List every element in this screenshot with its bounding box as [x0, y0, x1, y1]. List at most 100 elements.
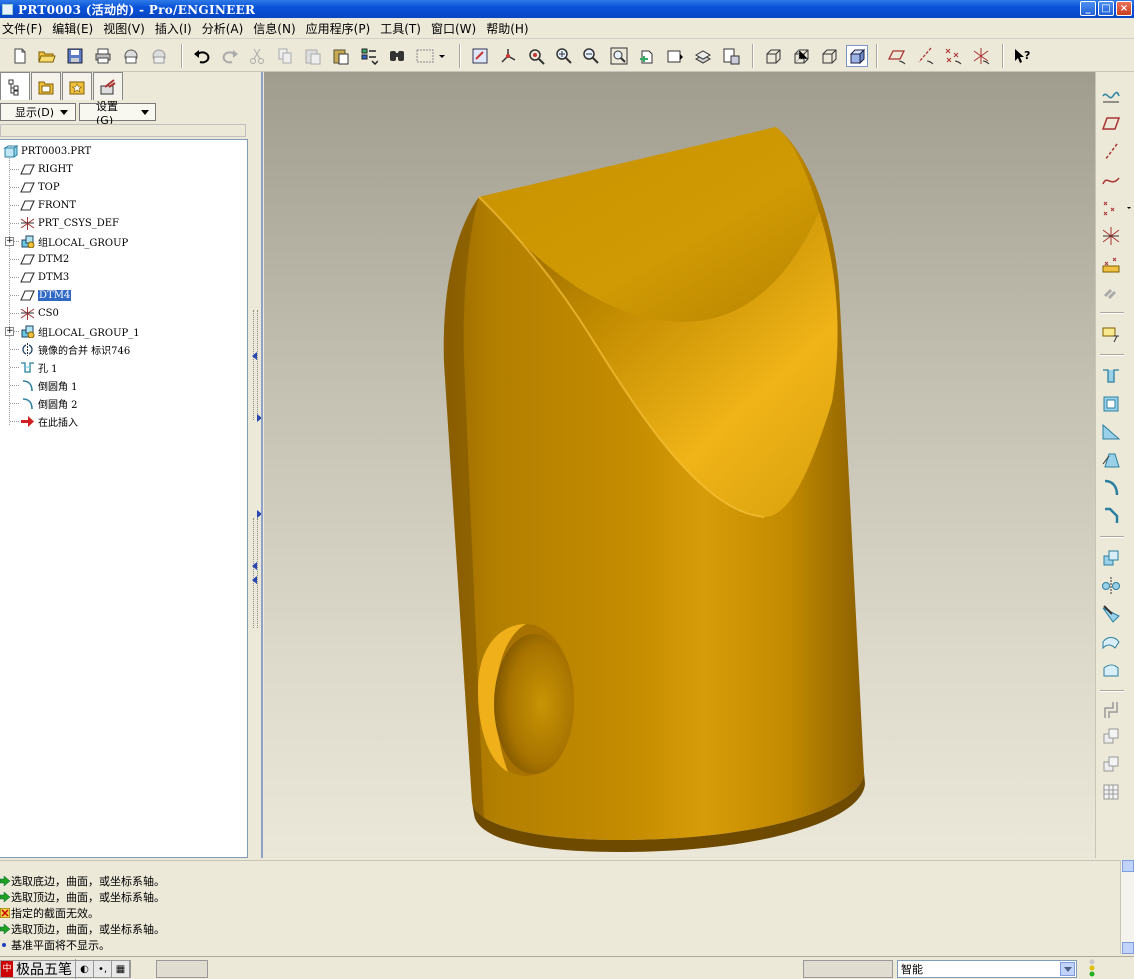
menu-analysis[interactable]: 分析(A) [200, 20, 252, 37]
extend-icon[interactable] [1099, 658, 1123, 682]
saved-views-icon[interactable] [664, 45, 686, 67]
datum-axis-icon[interactable] [1099, 140, 1123, 164]
hole-icon[interactable] [1099, 364, 1123, 388]
tree-item-front[interactable]: FRONT [19, 197, 76, 213]
connections-tab[interactable] [93, 72, 123, 100]
menu-help[interactable]: 帮助(H) [484, 20, 536, 37]
favorites-tab[interactable] [62, 72, 92, 100]
menu-file[interactable]: 文件(F) [0, 20, 50, 37]
redo-icon[interactable] [219, 45, 241, 67]
round-icon[interactable] [1099, 476, 1123, 500]
tree-item-cs0[interactable]: CS0 [19, 305, 59, 321]
no-hidden-icon[interactable] [818, 45, 840, 67]
refit-icon[interactable] [608, 45, 630, 67]
tree-item-round-2[interactable]: 倒圆角 2 [19, 395, 78, 411]
tree-item-top[interactable]: TOP [19, 179, 60, 195]
spin-center-icon[interactable] [497, 45, 519, 67]
tree-item-dtm2[interactable]: DTM2 [19, 251, 69, 267]
tree-item-dtm3[interactable]: DTM3 [19, 269, 69, 285]
offset-icon[interactable] [1099, 698, 1123, 722]
tree-item-local-group[interactable]: 组LOCAL_GROUP [19, 233, 128, 249]
trim-icon[interactable] [1099, 630, 1123, 654]
copy-icon[interactable] [274, 45, 296, 67]
punctuation-icon[interactable]: •, [94, 961, 112, 977]
pattern-icon[interactable] [1099, 780, 1123, 804]
select-box-icon[interactable] [414, 45, 446, 67]
whats-this-icon[interactable]: ? [1011, 45, 1033, 67]
close-button[interactable]: × [1116, 1, 1132, 16]
send-mail-attach-icon[interactable] [148, 45, 170, 67]
rib-icon[interactable] [1099, 420, 1123, 444]
show-dropdown-button[interactable]: 显示(D) [0, 103, 76, 121]
layers-icon[interactable] [692, 45, 714, 67]
menu-insert[interactable]: 插入(I) [153, 20, 200, 37]
folder-browser-tab[interactable] [31, 72, 61, 100]
scroll-down-button[interactable] [1122, 942, 1134, 954]
reorient-icon[interactable] [636, 45, 658, 67]
menu-window[interactable]: 窗口(W) [429, 20, 484, 37]
menu-applications[interactable]: 应用程序(P) [304, 20, 379, 37]
draft-icon[interactable] [1099, 448, 1123, 472]
undo-icon[interactable] [191, 45, 213, 67]
print-icon[interactable] [92, 45, 114, 67]
paste-icon[interactable] [302, 45, 324, 67]
menu-view[interactable]: 视图(V) [101, 20, 153, 37]
tree-item-insert-here[interactable]: 在此插入 [19, 413, 78, 429]
regenerate-icon[interactable] [358, 45, 380, 67]
zoom-out-icon[interactable] [580, 45, 602, 67]
cut-icon[interactable] [246, 45, 268, 67]
datum-planes-icon[interactable] [886, 45, 908, 67]
tree-item-round-1[interactable]: 倒圆角 1 [19, 377, 78, 393]
tree-root[interactable]: PRT0003.PRT [2, 143, 91, 159]
view-manager-icon[interactable] [720, 45, 742, 67]
hidden-line-icon[interactable] [790, 45, 812, 67]
wireframe-icon[interactable] [762, 45, 784, 67]
minimize-button[interactable]: _ [1080, 1, 1096, 16]
chain-icon[interactable] [1099, 280, 1123, 304]
datum-axes-icon[interactable] [914, 45, 936, 67]
sketch-icon[interactable] [1099, 84, 1123, 108]
shell-icon[interactable] [1099, 392, 1123, 416]
coordinate-systems-icon[interactable] [970, 45, 992, 67]
datum-plane-icon[interactable] [1099, 112, 1123, 136]
collapse-left-arrow-icon[interactable] [252, 576, 257, 584]
tree-item-local-group-1[interactable]: 组LOCAL_GROUP_1 [19, 323, 140, 339]
half-width-moon-icon[interactable]: ◐ [76, 961, 94, 977]
collapse-left-arrow-icon[interactable] [252, 562, 257, 570]
paste-special-icon[interactable] [330, 45, 352, 67]
collapse-left-arrow-icon[interactable] [252, 352, 257, 360]
find-icon[interactable] [386, 45, 408, 67]
tree-item-mirror-merge[interactable]: 镜像的合并 标识746 [19, 341, 130, 357]
analysis-feature-icon[interactable] [1099, 252, 1123, 276]
new-icon[interactable] [9, 45, 31, 67]
menu-edit[interactable]: 编辑(E) [50, 20, 101, 37]
shading-icon[interactable] [846, 45, 868, 67]
menu-tools[interactable]: 工具(T) [378, 20, 429, 37]
panel-splitter[interactable] [248, 72, 264, 858]
copy-icon[interactable] [1099, 546, 1123, 570]
save-icon[interactable] [64, 45, 86, 67]
message-scrollbar[interactable] [1120, 860, 1134, 954]
tree-item-dtm4[interactable]: DTM4 [19, 287, 72, 303]
coordinate-system-icon[interactable] [1099, 224, 1123, 248]
chamfer-icon[interactable] [1099, 504, 1123, 528]
settings-dropdown-button[interactable]: 设置(G) [79, 100, 156, 127]
graphics-viewport[interactable] [264, 72, 1095, 858]
expand-toggle[interactable]: + [5, 237, 14, 246]
zoom-in-icon[interactable] [553, 45, 575, 67]
mirror-icon[interactable] [1099, 574, 1123, 598]
send-mail-icon[interactable] [120, 45, 142, 67]
soft-keyboard-icon[interactable]: ▦ [112, 961, 130, 977]
model-tree-tab[interactable] [0, 72, 30, 100]
datum-curve-icon[interactable] [1099, 168, 1123, 192]
scroll-up-button[interactable] [1122, 860, 1134, 872]
merge-icon[interactable] [1099, 602, 1123, 626]
ime-toolbar[interactable]: 中 极品五笔 ◐ •, ▦ [0, 959, 131, 979]
solidify-icon[interactable] [1099, 752, 1123, 776]
expand-toggle[interactable]: + [5, 327, 14, 336]
tree-item-hole-1[interactable]: 孔 1 [19, 359, 58, 375]
annotation-icon[interactable] [1099, 322, 1123, 346]
datum-points-icon[interactable] [942, 45, 964, 67]
thicken-icon[interactable] [1099, 724, 1123, 748]
orient-mode-icon[interactable] [525, 45, 547, 67]
